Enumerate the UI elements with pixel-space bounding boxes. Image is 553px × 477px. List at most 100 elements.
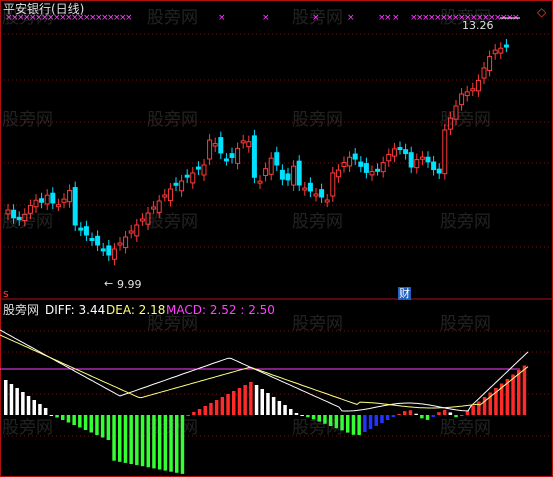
candle-body (16, 216, 22, 221)
macd-bar (328, 415, 333, 426)
candle-body (44, 194, 50, 205)
candle-body (268, 157, 274, 175)
macd-bar (294, 413, 299, 415)
candle-body (313, 193, 319, 197)
indicator-site-label: 股旁网 (3, 303, 40, 317)
candle-body (173, 182, 179, 186)
candle-body (453, 105, 459, 120)
candle-body (89, 238, 95, 242)
macd-bar (254, 385, 259, 415)
macd-bar (72, 415, 76, 425)
macd-bar (346, 415, 350, 433)
macd-bar (4, 380, 8, 415)
cross-marker: × (312, 13, 320, 23)
candle-body (408, 152, 414, 168)
candle-body (419, 156, 425, 160)
candle-body (475, 79, 481, 92)
arrow-left-icon: ← (104, 277, 114, 290)
candle-body (363, 163, 369, 173)
candle-body (240, 140, 246, 144)
macd-bar (140, 415, 145, 467)
macd-bar (517, 370, 521, 415)
macd-bar (380, 415, 384, 423)
candle-body (22, 213, 28, 221)
candle-body (201, 164, 207, 176)
macd-bar (414, 413, 418, 415)
dea-label: DEA: 2.18 (106, 303, 166, 317)
candle-body (263, 168, 269, 176)
macd-bar (300, 415, 304, 416)
macd-bar (226, 394, 230, 415)
cross-marker: × (125, 13, 133, 23)
candle-body (397, 147, 403, 151)
candle-body (341, 162, 347, 167)
candle-body (145, 212, 151, 225)
macd-bar (61, 415, 65, 420)
candle-body (291, 165, 297, 186)
candle-body (470, 88, 476, 92)
s-marker: s (3, 287, 9, 300)
high-price-label: 13.26 (462, 19, 494, 32)
macd-bar (437, 412, 441, 415)
candle-body (55, 204, 61, 208)
candle-body (391, 148, 397, 157)
chart-canvas[interactable]: ××××××××××××××××××××× × × × × ×× × ××××××××××××… (0, 0, 553, 477)
candle-body (167, 188, 173, 202)
macd-bar (220, 397, 225, 415)
macd-bar (32, 400, 36, 415)
stock-chart-window: × × × × × × × × × × × × × × × × × × × × × × × × × × × × × × × × × × × × × × × ×… (0, 0, 553, 477)
macd-bar (385, 415, 390, 420)
candle-body (330, 172, 336, 197)
candle-body (487, 55, 493, 71)
macd-bar (78, 415, 82, 428)
macd-bar (460, 415, 464, 416)
macd-bar (471, 406, 475, 415)
macd-bar (306, 415, 310, 418)
macd-bar (511, 374, 515, 415)
macd-bar (522, 365, 527, 415)
candle-body (324, 199, 330, 203)
macd-bar (482, 397, 487, 415)
finance-marker[interactable]: 财 (398, 287, 411, 300)
candle-body (358, 161, 364, 167)
macd-bar (334, 415, 339, 429)
candle-body (184, 174, 190, 178)
candle-body (279, 169, 285, 180)
macd-bar (21, 392, 25, 415)
diamond-icon[interactable]: ◇ (537, 6, 546, 19)
macd-bar (351, 415, 356, 435)
candle-body (464, 91, 470, 97)
macd-bar (83, 415, 88, 430)
macd-bar (152, 415, 156, 469)
candle-body (61, 198, 67, 203)
low-price-label: 9.99 (117, 278, 142, 291)
candle-body (375, 168, 381, 172)
macd-bar (15, 388, 19, 415)
candle-body (39, 198, 45, 203)
macd-bar (163, 415, 168, 471)
candle-body (481, 67, 487, 79)
macd-bar (95, 415, 99, 435)
macd-bar (106, 415, 111, 440)
candle-body (179, 180, 185, 192)
candle-body (195, 166, 201, 170)
candle-body (503, 44, 509, 48)
macd-bar (186, 415, 190, 416)
macd-bar (477, 401, 481, 415)
candle-body (162, 194, 168, 198)
macd-bar (209, 403, 213, 415)
candle-body (11, 209, 17, 219)
candle-body (50, 192, 56, 204)
macd-bar (43, 408, 48, 415)
macd-bar (157, 415, 162, 470)
macd-bar (357, 415, 361, 435)
candle-body (319, 189, 325, 198)
macd-bar (123, 415, 128, 463)
macd-bar (112, 415, 116, 461)
candle-body (442, 129, 448, 175)
macd-bar (118, 415, 122, 462)
macd-bar (203, 406, 207, 415)
macd-bar (38, 404, 42, 415)
macd-bar (368, 415, 373, 429)
candle-body (380, 162, 386, 173)
